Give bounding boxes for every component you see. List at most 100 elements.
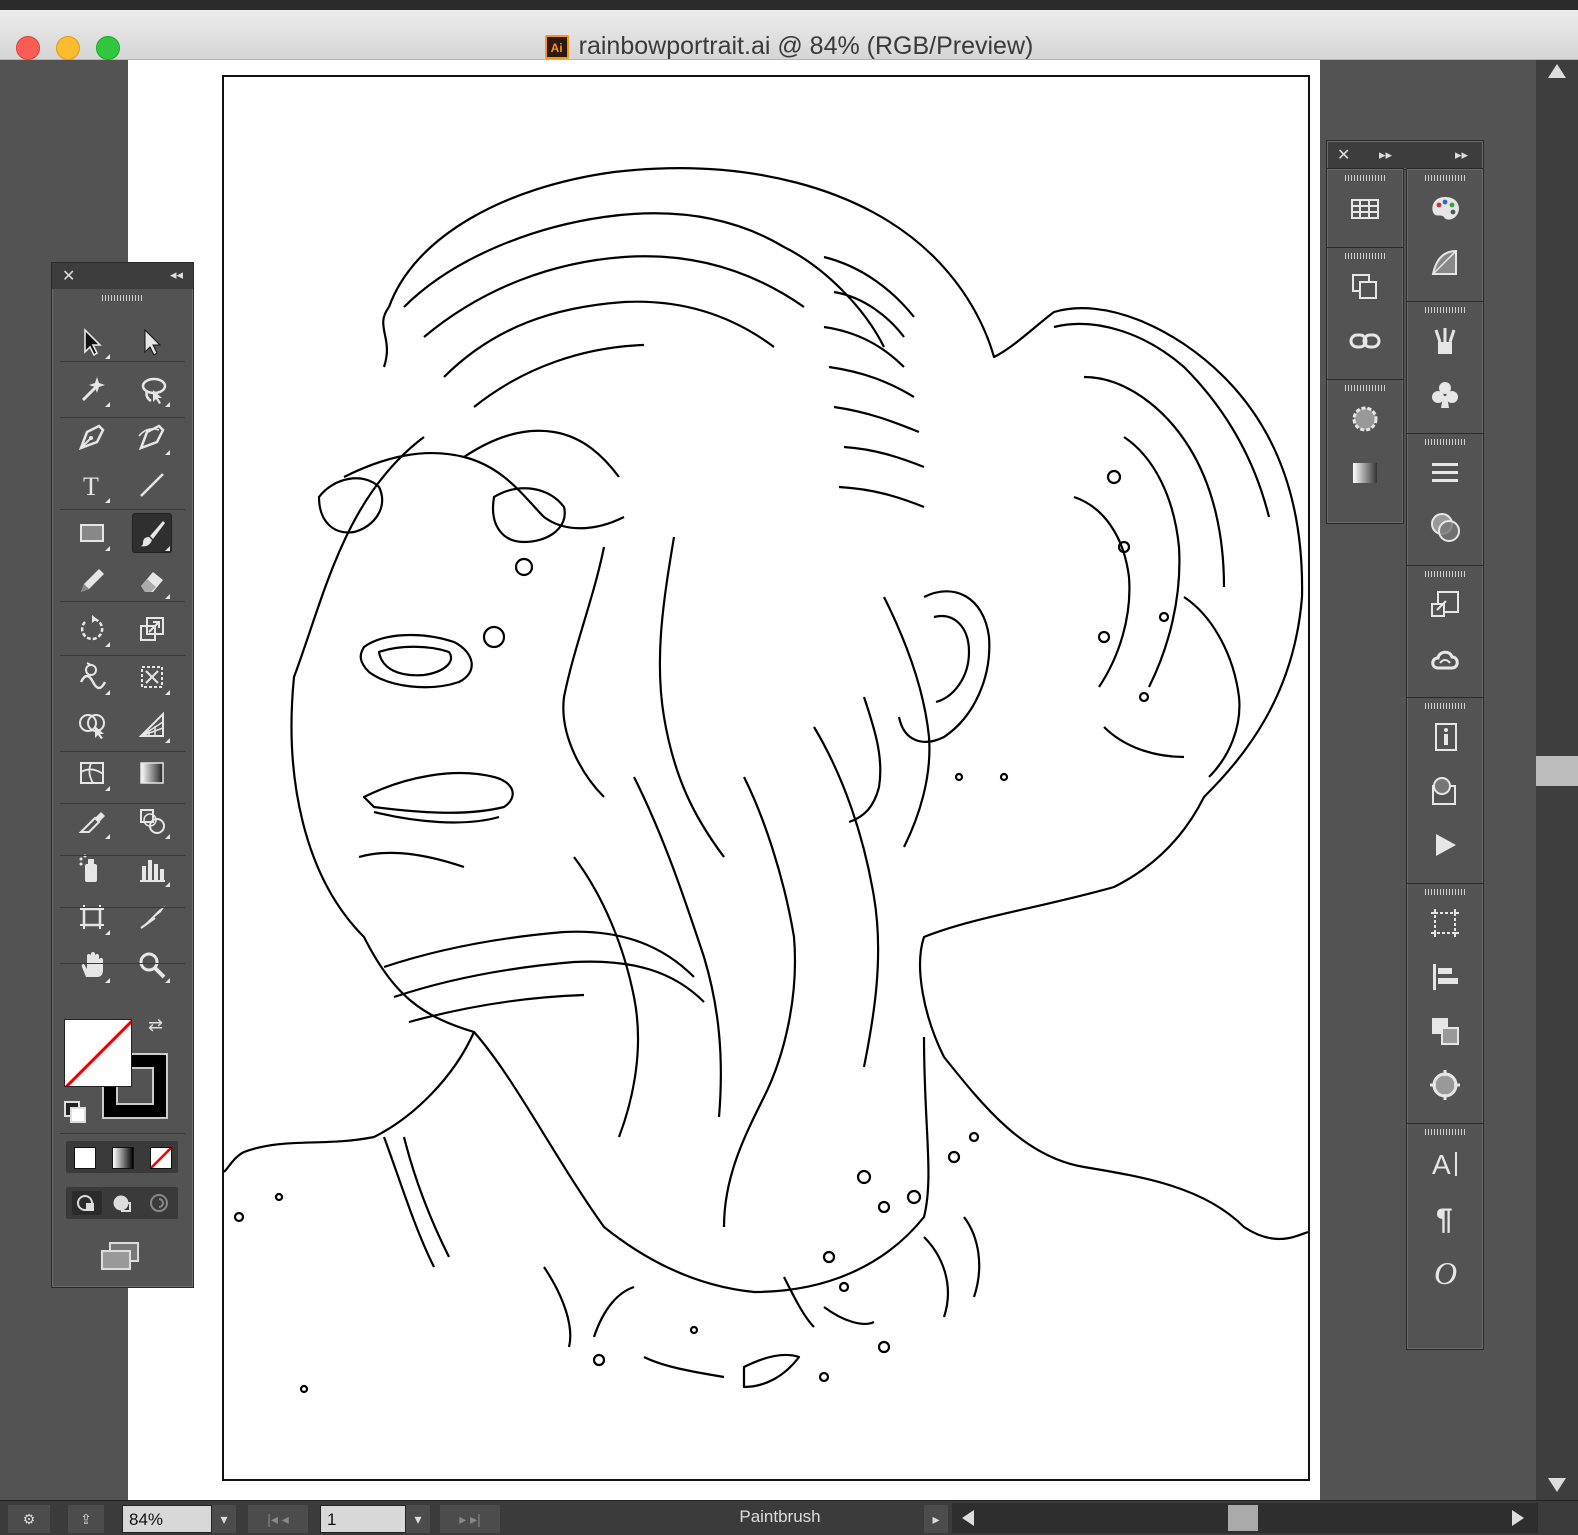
dock-grip[interactable] [1425,307,1465,313]
zoom-dropdown-icon[interactable]: ▾ [212,1505,236,1533]
dock-grip[interactable] [1425,1129,1465,1135]
expand-dock-left-icon[interactable]: ▸▸ [1379,147,1392,163]
links-icon[interactable] [1345,321,1385,361]
paintbrush-tool[interactable] [132,513,172,553]
rotate-tool[interactable] [72,609,112,649]
brushes-icon[interactable] [1425,321,1465,361]
zoom-level-field[interactable]: 84% [122,1505,212,1533]
default-fill-stroke-icon[interactable] [64,1101,86,1123]
column-graph-icon [140,860,165,882]
vertical-scrollbar[interactable] [1536,60,1578,1500]
swatches-grid-icon[interactable] [1345,189,1385,229]
document-info-icon[interactable] [1425,717,1465,757]
opentype-icon[interactable]: O [1425,1251,1465,1291]
panel-grip[interactable] [102,295,142,301]
pen-tool[interactable] [72,417,112,457]
curvature-tool[interactable] [132,417,172,457]
shape-builder-tool[interactable] [72,705,112,745]
gradient-panel-icon[interactable] [1345,453,1385,493]
share-icon[interactable]: ⇪ [68,1505,104,1533]
transform-icon[interactable] [1345,267,1385,307]
scroll-left-arrow-icon[interactable] [962,1510,974,1526]
line-segment-tool[interactable] [132,465,172,505]
appearance-icon[interactable] [1345,399,1385,439]
change-screen-mode-icon[interactable] [98,1239,142,1273]
svg-text:T: T [83,472,99,500]
gradient-icon [140,762,164,784]
eyedropper-tool[interactable] [72,801,112,841]
scroll-up-arrow-icon[interactable] [1548,64,1566,78]
artboard-number-field[interactable]: 1 [320,1505,406,1533]
none-mode-button[interactable] [150,1147,172,1169]
horizontal-scrollbar[interactable] [952,1503,1538,1533]
warp-tool[interactable] [72,657,112,697]
fill-swatch-front[interactable] [64,1019,132,1087]
rectangle-tool[interactable] [72,513,112,553]
cc-libraries-icon[interactable] [1425,639,1465,679]
graphic-styles-icon[interactable] [1425,771,1465,811]
eraser-tool[interactable] [132,561,172,601]
scale-tool[interactable] [132,609,172,649]
draw-normal-icon[interactable] [72,1191,102,1215]
gradient-mode-button[interactable] [112,1147,134,1169]
dock-grip[interactable] [1425,439,1465,445]
pencil-tool[interactable] [72,561,112,601]
artboard-dropdown-icon[interactable]: ▾ [406,1505,430,1533]
blend-tool[interactable] [132,801,172,841]
artboard-tool[interactable] [72,897,112,937]
magic-wand-tool[interactable] [72,369,112,409]
close-panel-icon[interactable]: ✕ [62,266,75,286]
gradient-tool[interactable] [132,753,172,793]
navigator-icon[interactable] [1425,1065,1465,1105]
align-icon[interactable] [1425,957,1465,997]
dock-column-left [1326,168,1404,524]
dock-grip[interactable] [1345,385,1385,391]
horizontal-scroll-thumb[interactable] [1228,1505,1258,1531]
direct-selection-tool[interactable] [132,321,172,361]
dock-grip[interactable] [1345,253,1385,259]
color-palette-icon[interactable] [1425,189,1465,229]
swap-fill-stroke-icon[interactable]: ⇄ [148,1015,170,1037]
stroke-icon[interactable] [1425,453,1465,493]
pen-curve-icon [138,424,165,451]
dock-grip[interactable] [1345,175,1385,181]
draw-inside-icon[interactable] [144,1191,174,1215]
close-dock-icon[interactable]: ✕ [1337,145,1350,165]
dock-grip[interactable] [1425,889,1465,895]
window-title-text: rainbowportrait.ai @ 84% (RGB/Preview) [578,32,1034,60]
color-mode-button[interactable] [74,1147,96,1169]
vertical-scroll-thumb[interactable] [1536,756,1578,786]
perspective-grid-tool[interactable] [132,705,172,745]
scroll-right-arrow-icon[interactable] [1512,1510,1524,1526]
pathfinder-icon[interactable] [1425,1011,1465,1051]
dock-grip[interactable] [1425,175,1465,181]
dock-grip[interactable] [1425,571,1465,577]
lasso-tool[interactable] [132,369,172,409]
next-last-artboard-icon[interactable]: ▸ ▸| [440,1505,500,1533]
color-guide-icon[interactable] [1425,243,1465,283]
document-settings-icon[interactable]: ⚙ [8,1505,50,1533]
slice-tool[interactable] [132,897,172,937]
symbols-icon[interactable] [1425,375,1465,415]
selection-tool[interactable] [72,321,112,361]
zoom-tool[interactable] [132,945,172,985]
hand-tool[interactable] [72,945,112,985]
mesh-tool[interactable] [72,753,112,793]
transform-panel-icon[interactable] [1425,903,1465,943]
free-transform-tool[interactable] [132,657,172,697]
actions-icon[interactable] [1425,825,1465,865]
character-icon[interactable]: A [1425,1143,1465,1183]
artboard[interactable] [222,75,1310,1481]
collapse-panel-icon[interactable]: ◂◂ [170,267,183,283]
asset-export-icon[interactable] [1425,585,1465,625]
status-menu-icon[interactable]: ▸ [924,1505,948,1533]
expand-dock-right-icon[interactable]: ▸▸ [1455,147,1468,163]
first-prev-artboard-icon[interactable]: |◂ ◂ [248,1505,308,1533]
dock-grip[interactable] [1425,703,1465,709]
scroll-down-arrow-icon[interactable] [1548,1478,1566,1492]
paragraph-icon[interactable]: ¶ [1425,1197,1465,1237]
transparency-icon[interactable] [1425,507,1465,547]
draw-behind-icon[interactable] [108,1191,138,1215]
type-icon: T [83,472,99,500]
type-tool[interactable]: T [72,465,112,505]
